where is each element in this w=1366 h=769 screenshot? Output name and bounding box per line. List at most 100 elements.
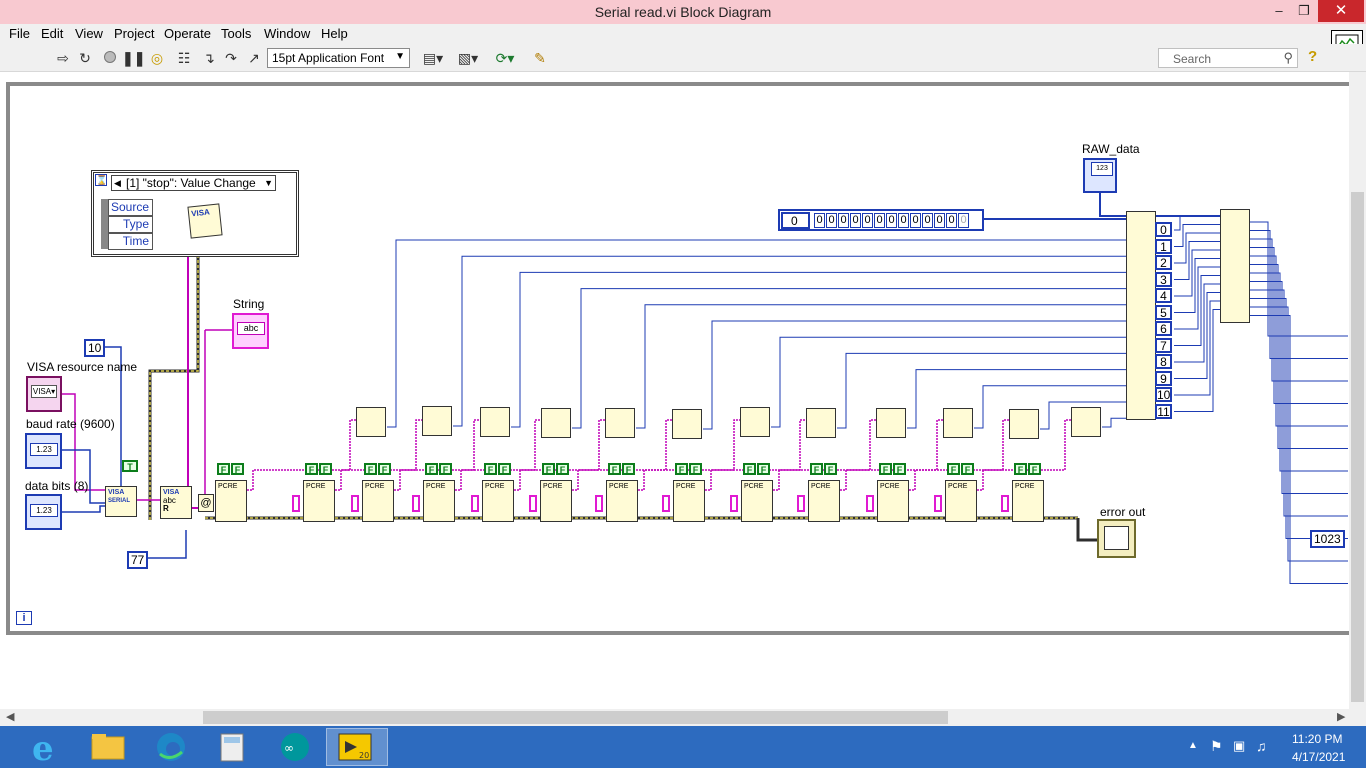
true-constant[interactable]: T [122,460,138,472]
clock-time[interactable]: 11:20 PM [1292,732,1342,746]
regex-match-node[interactable]: PCRE [741,480,773,522]
scan-from-string-node[interactable] [541,408,571,438]
array-element[interactable]: 0 [862,213,873,228]
scan-from-string-node[interactable] [422,406,452,436]
regex-pattern-terminal[interactable] [351,495,359,512]
array-constant[interactable]: 0 0000000000000 [778,209,984,231]
regex-match-node[interactable]: PCRE [540,480,572,522]
raw-data-indicator[interactable]: 123 [1083,158,1117,193]
network-icon[interactable]: ▣ [1233,738,1245,754]
false-constant[interactable]: F [542,463,555,475]
data-bits-control[interactable]: 1.23 [25,494,62,530]
array-element[interactable]: 0 [910,213,921,228]
visa-configure-serial-node[interactable]: VISA SERIAL [105,486,137,517]
scan-from-string-node[interactable] [1071,407,1101,437]
scan-from-string-node[interactable] [806,408,836,438]
false-constant[interactable]: F [689,463,702,475]
regex-pattern-terminal[interactable] [471,495,479,512]
false-constant[interactable]: F [556,463,569,475]
labview-icon[interactable]: 20 [326,728,388,766]
false-constant[interactable]: F [305,463,318,475]
false-constant[interactable]: F [378,463,391,475]
array-element[interactable]: 0 [850,213,861,228]
scan-from-string-node[interactable] [740,407,770,437]
edge-icon[interactable] [140,728,202,766]
array-element[interactable]: 0 [922,213,933,228]
false-constant[interactable]: F [893,463,906,475]
baud-rate-control[interactable]: 1.23 [25,433,62,469]
file-explorer-icon[interactable] [78,728,140,766]
index-constant[interactable]: 2 [1155,255,1172,270]
visa-resource-control[interactable]: VISA▾ [26,376,62,412]
scan-from-string-node[interactable] [1009,409,1039,439]
vertical-scrollbar[interactable] [1349,72,1366,709]
false-constant[interactable]: F [1028,463,1041,475]
regex-match-node[interactable]: PCRE [303,480,335,522]
array-element[interactable]: 0 [898,213,909,228]
regex-match-node[interactable]: PCRE [423,480,455,522]
array-element[interactable]: 0 [934,213,945,228]
string-indicator[interactable]: abc [232,313,269,349]
false-constant[interactable]: F [757,463,770,475]
false-constant[interactable]: F [1014,463,1027,475]
regex-match-node[interactable]: PCRE [482,480,514,522]
array-element[interactable]: 0 [874,213,885,228]
event-case-selector[interactable]: ◀ [1] "stop": Value Change ▼ [111,175,276,191]
visa-read-node[interactable]: VISA abc R [160,486,192,519]
vertical-scroll-thumb[interactable] [1351,192,1364,702]
scan-from-string-node[interactable] [943,408,973,438]
scroll-right-icon[interactable]: ▶ [1337,710,1345,723]
horizontal-scroll-thumb[interactable] [203,711,948,724]
index-constant[interactable]: 5 [1155,304,1172,320]
false-constant[interactable]: F [231,463,244,475]
false-constant[interactable]: F [217,463,230,475]
index-constant[interactable]: 10 [1155,387,1172,402]
error-out-indicator[interactable] [1097,519,1136,558]
false-constant[interactable]: F [498,463,511,475]
false-constant[interactable]: F [824,463,837,475]
false-constant[interactable]: F [879,463,892,475]
false-constant[interactable]: F [675,463,688,475]
build-array-node[interactable] [1220,209,1250,323]
false-constant[interactable]: F [425,463,438,475]
array-element[interactable]: 0 [946,213,957,228]
regex-pattern-terminal[interactable] [529,495,537,512]
scan-from-string-node[interactable] [876,408,906,438]
false-constant[interactable]: F [810,463,823,475]
array-element[interactable]: 0 [886,213,897,228]
index-constant[interactable]: 4 [1155,288,1172,303]
index-constant[interactable]: 9 [1155,370,1172,386]
array-element[interactable]: 0 [958,213,969,228]
scroll-left-icon[interactable]: ◀ [6,710,14,723]
termchar-constant[interactable]: 77 [127,551,149,569]
array-size-constant[interactable]: 1023 [1310,530,1345,548]
false-constant[interactable]: F [319,463,332,475]
index-constant[interactable]: 6 [1155,321,1172,336]
volume-icon[interactable]: ♫ [1256,738,1267,754]
concat-string-node[interactable]: @ [198,494,214,512]
false-constant[interactable]: F [608,463,621,475]
regex-pattern-terminal[interactable] [412,495,420,512]
regex-match-node[interactable]: PCRE [808,480,840,522]
index-constant[interactable]: 0 [1155,222,1172,237]
regex-pattern-terminal[interactable] [797,495,805,512]
scan-from-string-node[interactable] [605,408,635,438]
false-constant[interactable]: F [622,463,635,475]
false-constant[interactable]: F [743,463,756,475]
regex-pattern-terminal[interactable] [292,495,300,512]
false-constant[interactable]: F [364,463,377,475]
calculator-icon[interactable] [201,728,263,766]
regex-pattern-terminal[interactable] [595,495,603,512]
scan-from-string-node[interactable] [672,409,702,439]
false-constant[interactable]: F [439,463,452,475]
timeout-constant[interactable]: 10 [84,339,106,357]
array-element[interactable]: 0 [814,213,825,228]
arduino-icon[interactable]: ∞ [264,728,326,766]
index-constant[interactable]: 8 [1155,354,1172,369]
index-constant[interactable]: 11 [1155,403,1172,419]
index-array-node[interactable] [1126,211,1156,420]
false-constant[interactable]: F [947,463,960,475]
horizontal-scrollbar[interactable]: ◀ ▶ [0,709,1366,726]
array-index-display[interactable]: 0 [781,212,810,229]
chevron-left-icon[interactable]: ◀ [114,176,121,190]
